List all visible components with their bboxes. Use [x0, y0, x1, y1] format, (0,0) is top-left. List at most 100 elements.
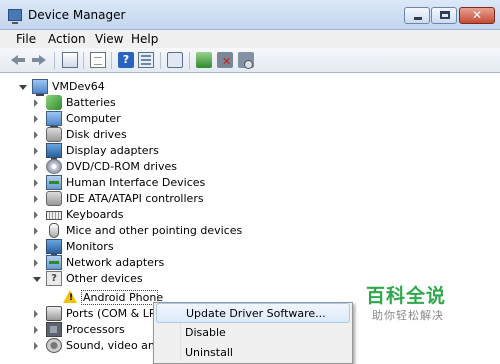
toolbar-separator — [54, 52, 55, 69]
other-devices-icon: ? — [46, 271, 62, 286]
keyboard-icon — [46, 211, 62, 220]
minimize-button[interactable] — [404, 7, 430, 24]
menu-item-uninstall[interactable]: Uninstall — [156, 343, 350, 363]
expand-arrow-icon[interactable] — [34, 115, 38, 123]
menu-action[interactable]: Action — [48, 32, 86, 46]
tree-item-ide-controllers[interactable]: IDE ATA/ATAPI controllers — [34, 191, 294, 207]
update-driver-icon[interactable] — [196, 52, 212, 68]
tree-item-label: Monitors — [66, 240, 114, 253]
uninstall-device-icon[interactable] — [238, 52, 254, 69]
tree-item-disk-drives[interactable]: Disk drives — [34, 127, 294, 143]
tree-item-batteries[interactable]: Batteries — [34, 95, 294, 111]
menu-item-update-driver[interactable]: Update Driver Software... — [156, 303, 350, 323]
collapse-arrow-icon[interactable] — [33, 277, 41, 282]
close-button[interactable]: ✕ — [459, 7, 495, 24]
ide-controller-icon — [46, 191, 62, 206]
expand-arrow-icon[interactable] — [34, 227, 38, 235]
tree-item-other-devices[interactable]: ? Other devices — [33, 271, 294, 287]
mouse-icon — [49, 223, 59, 238]
title-bar[interactable]: Device Manager ✕ — [0, 0, 500, 30]
device-manager-icon — [8, 9, 22, 24]
tree-item-label: Display adapters — [66, 144, 159, 157]
minimize-icon — [414, 17, 422, 20]
menu-view[interactable]: View — [95, 32, 123, 46]
tree-root[interactable]: VMDev64 — [19, 79, 220, 96]
forward-icon[interactable] — [31, 52, 47, 68]
processor-icon — [46, 322, 62, 337]
computer-icon — [46, 111, 62, 128]
disable-device-icon[interactable] — [217, 52, 233, 68]
toolbar-separator — [111, 52, 112, 69]
menu-file[interactable]: File — [16, 32, 36, 46]
watermark-title: 百科全说 — [366, 285, 447, 307]
watermark-subtitle: 助你轻松解决 — [372, 309, 444, 322]
expand-arrow-icon[interactable] — [34, 179, 38, 187]
expand-arrow-icon[interactable] — [34, 195, 38, 203]
tree-item-label: DVD/CD-ROM drives — [66, 160, 177, 173]
expand-arrow-icon[interactable] — [34, 163, 38, 171]
help-icon[interactable]: ? — [118, 52, 134, 68]
toolbar-separator — [189, 52, 190, 69]
tree-item-label: Keyboards — [66, 208, 124, 221]
tree-item-network-adapters[interactable]: Network adapters — [34, 255, 294, 271]
battery-icon — [46, 95, 62, 110]
tree-item-monitors[interactable]: Monitors — [34, 239, 294, 256]
warning-mark: ! — [69, 293, 74, 303]
tree-item-display-adapters[interactable]: Display adapters — [34, 143, 294, 160]
tree-item-label: Processors — [66, 323, 125, 336]
tree-item-hid[interactable]: Human Interface Devices — [34, 175, 294, 191]
expand-arrow-icon[interactable] — [34, 342, 38, 350]
maximize-icon — [440, 11, 450, 19]
action-pane-icon[interactable] — [138, 52, 154, 68]
sound-icon — [46, 338, 62, 353]
tree-item-label: Sound, video and — [66, 339, 162, 352]
maximize-button[interactable] — [431, 7, 457, 24]
menu-item-label: Update Driver Software... — [186, 307, 326, 320]
tree-item-label: Ports (COM & LPT — [66, 307, 163, 320]
expand-arrow-icon[interactable] — [34, 147, 38, 155]
expand-arrow-icon[interactable] — [34, 211, 38, 219]
toolbar-separator — [83, 52, 84, 69]
expand-arrow-icon[interactable] — [34, 243, 38, 251]
menu-item-disable[interactable]: Disable — [156, 323, 350, 343]
menu-bar: File Action View Help — [0, 30, 500, 48]
selection-focus-rect — [81, 290, 158, 305]
network-adapter-icon — [46, 255, 62, 270]
tree-item-label: Disk drives — [66, 128, 127, 141]
menu-help[interactable]: Help — [131, 32, 158, 46]
properties-icon[interactable] — [90, 52, 106, 68]
expand-arrow-icon[interactable] — [34, 326, 38, 334]
close-icon: ✕ — [471, 8, 483, 22]
tree-item-computer[interactable]: Computer — [34, 111, 294, 128]
scan-hardware-icon[interactable] — [167, 52, 183, 68]
tree-root-label: VMDev64 — [52, 80, 105, 93]
tree-item-label: Mice and other pointing devices — [66, 224, 243, 237]
tree-item-label: Network adapters — [66, 256, 165, 269]
tree-item-dvd-drives[interactable]: DVD/CD-ROM drives — [34, 159, 294, 175]
toolbar-separator — [160, 52, 161, 69]
menu-item-label: Uninstall — [185, 346, 233, 359]
collapse-arrow-icon[interactable] — [19, 85, 27, 90]
expand-arrow-icon[interactable] — [34, 131, 38, 139]
toolbar: ? — [0, 48, 500, 73]
monitor-icon — [46, 239, 62, 256]
computer-icon — [32, 79, 48, 96]
tree-item-label: Human Interface Devices — [66, 176, 206, 189]
tree-item-label: Other devices — [66, 272, 143, 285]
tree-item-label: IDE ATA/ATAPI controllers — [66, 192, 204, 205]
tree-item-keyboards[interactable]: Keyboards — [34, 207, 294, 223]
display-adapter-icon — [46, 143, 62, 160]
back-icon[interactable] — [10, 52, 26, 68]
window-title: Device Manager — [28, 8, 126, 22]
console-tree-icon[interactable] — [62, 52, 78, 68]
tree-item-mice[interactable]: Mice and other pointing devices — [34, 223, 294, 239]
expand-arrow-icon[interactable] — [34, 99, 38, 107]
expand-arrow-icon[interactable] — [34, 259, 38, 267]
dvd-icon — [46, 159, 62, 174]
expand-arrow-icon[interactable] — [34, 310, 38, 318]
disk-drive-icon — [46, 127, 62, 142]
menu-item-label: Disable — [185, 326, 226, 339]
hid-icon — [46, 175, 62, 190]
tree-item-label: Computer — [66, 112, 121, 125]
watermark: 百科全说 助你轻松解决 — [364, 281, 500, 327]
